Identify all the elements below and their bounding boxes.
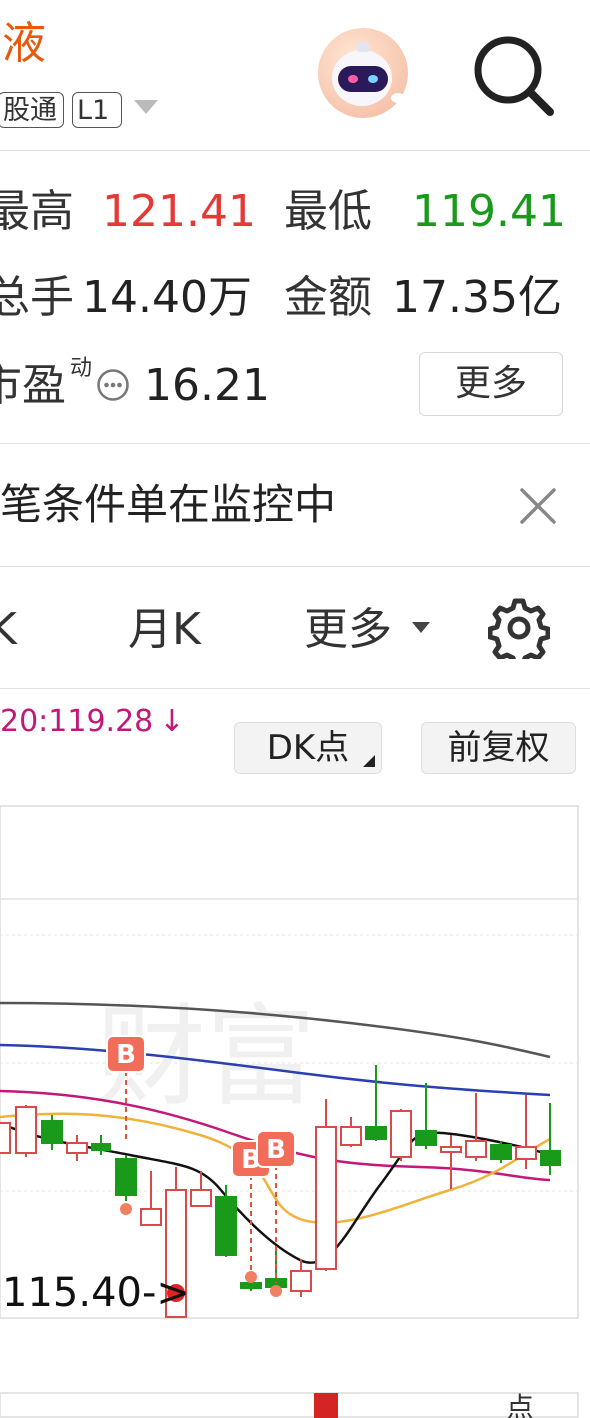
ma20-text: 20:119.28: [0, 704, 154, 739]
low-price-label: 115.40->: [2, 1270, 190, 1316]
more-caret-icon[interactable]: [412, 622, 430, 633]
candle-up: [66, 1142, 88, 1154]
robot-assistant-avatar[interactable]: [318, 28, 408, 118]
level-tag: L1: [72, 92, 122, 128]
conditional-order-alert[interactable]: 笔条件单在监控中: [0, 475, 336, 535]
candle-down: [365, 1126, 387, 1140]
candle-down: [240, 1282, 262, 1289]
divider: [0, 688, 590, 689]
subchart-label: 点: [506, 1391, 534, 1418]
more-quote-button[interactable]: 更多: [419, 352, 563, 416]
corner-caret-icon: [363, 755, 375, 767]
candle-down: [215, 1196, 237, 1256]
candle-up: [465, 1140, 487, 1158]
low-label: 最低: [284, 186, 372, 237]
divider: [0, 150, 590, 151]
level-dropdown-icon[interactable]: [134, 100, 158, 114]
candle-up: [190, 1189, 212, 1207]
more-dots-icon[interactable]: [96, 368, 130, 402]
ma20-arrow: ↓: [159, 704, 185, 739]
pe-value: 16.21: [144, 360, 270, 411]
candle-down: [490, 1144, 512, 1160]
volume-bar: [314, 1393, 338, 1418]
candle-down: [41, 1120, 63, 1144]
candle-up: [340, 1126, 362, 1146]
subchart-frame: [0, 1392, 579, 1418]
high-label: 最高: [0, 186, 74, 237]
candle-up: [15, 1106, 37, 1154]
svg-text:B: B: [116, 1040, 136, 1070]
divider: [0, 443, 590, 444]
candle-up: [315, 1126, 337, 1270]
tab-more[interactable]: 更多: [304, 600, 392, 660]
tab-month-k[interactable]: 月K: [128, 600, 201, 660]
tab-partial-k[interactable]: K: [0, 600, 17, 660]
pe-label: 市盈: [0, 360, 66, 411]
ma20-readout: 20:119.28 ↓: [0, 700, 184, 744]
candle-up: [515, 1146, 537, 1160]
dk-point-label: DK点: [266, 728, 350, 768]
gear-icon[interactable]: [487, 597, 551, 668]
dk-point-button[interactable]: DK点: [234, 722, 382, 774]
candle-down: [115, 1158, 137, 1196]
stock-connect-tag: 股通: [0, 92, 64, 128]
amount-label: 金额: [284, 272, 372, 323]
amount-value: 17.35亿: [392, 272, 562, 323]
volume-value: 14.40万: [82, 272, 252, 323]
close-icon[interactable]: [514, 482, 562, 530]
candle-up: [390, 1110, 412, 1158]
high-value: 121.41: [102, 186, 256, 237]
low-value: 119.41: [412, 186, 566, 237]
volume-label: 总手: [0, 272, 74, 323]
stock-name: 液: [2, 18, 46, 69]
candle-down: [91, 1143, 111, 1151]
candle-up: [0, 1122, 11, 1154]
divider: [0, 566, 590, 567]
candle-up: [140, 1208, 162, 1226]
candle-down: [415, 1130, 437, 1146]
search-icon[interactable]: [466, 28, 558, 120]
candle-up: [440, 1146, 462, 1153]
candle-up: [290, 1270, 312, 1292]
candle-down: [540, 1150, 561, 1166]
kline-chart[interactable]: 财富 B B B 点: [0, 805, 590, 1418]
adjust-mode-button[interactable]: 前复权: [421, 722, 576, 774]
pe-superscript: 动: [70, 356, 93, 381]
svg-text:B: B: [266, 1135, 286, 1165]
